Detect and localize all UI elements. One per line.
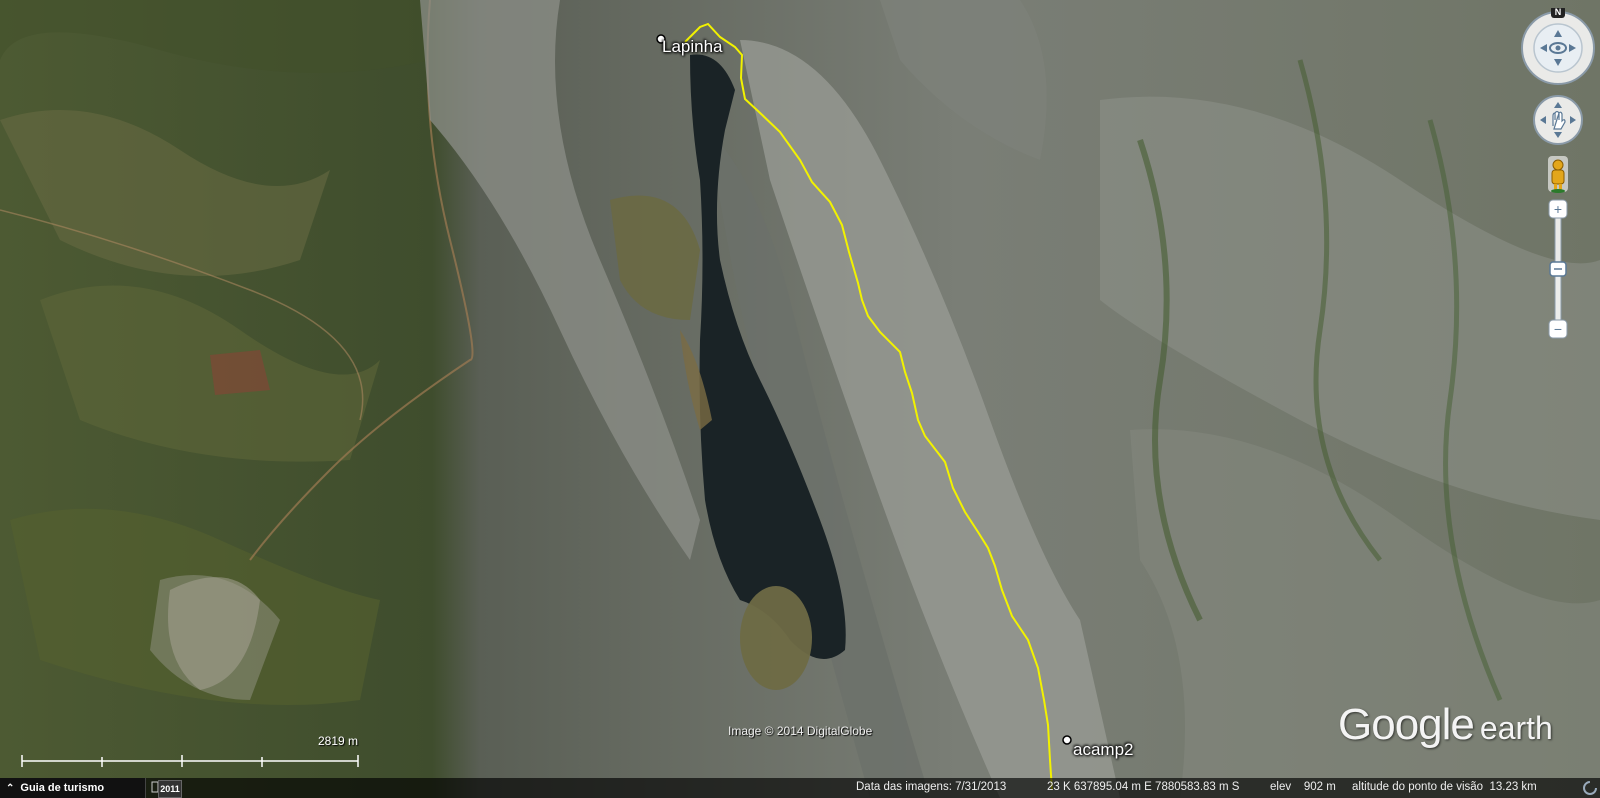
zoom-slider[interactable]: + −: [1548, 199, 1568, 339]
placemark-acamp2-icon[interactable]: [1061, 734, 1073, 746]
track-path: [684, 22, 1053, 791]
compass-ring[interactable]: N: [1521, 8, 1595, 85]
streaming-progress-icon: [1583, 781, 1597, 795]
pan-control[interactable]: [1533, 95, 1583, 145]
scale-bar: [21, 755, 359, 767]
logo-word-earth: earth: [1479, 710, 1553, 746]
street-view-pegman-icon[interactable]: [1548, 156, 1568, 193]
compass-north-label: N: [1555, 8, 1562, 17]
tour-guide-button[interactable]: ⌃ Guia de turismo: [0, 778, 146, 798]
imagery-credit: Image © 2014 DigitalGlobe: [728, 724, 873, 738]
placemark-label-acamp2[interactable]: acamp2: [1073, 740, 1133, 760]
google-earth-logo: Google earth: [1338, 700, 1553, 750]
placemark-label-lapinha[interactable]: Lapinha: [662, 37, 723, 57]
status-bar: ⌃ Guia de turismo 2011 Data das imagens:…: [0, 778, 1600, 798]
chevron-up-icon: ⌃: [6, 782, 15, 794]
historical-imagery-year[interactable]: 2011: [158, 780, 182, 798]
navigation-controls[interactable]: N + −: [1520, 8, 1596, 368]
cursor-coordinates: 23 K 637895.04 m E 7880583.83 m S: [1047, 781, 1240, 793]
tour-guide-label: Guia de turismo: [20, 782, 105, 794]
zoom-in-label: +: [1554, 201, 1562, 217]
image-date: Data das imagens: 7/31/2013: [856, 781, 1007, 793]
elevation-readout: elev 902 m: [1270, 781, 1336, 793]
eye-altitude-readout: altitude do ponto de visão 13.23 km: [1352, 781, 1537, 793]
map-view[interactable]: Lapinha acamp2 Image © 2014 DigitalGlobe…: [0, 0, 1600, 798]
gps-track[interactable]: [0, 0, 1600, 798]
scale-label: 2819 m: [318, 734, 359, 748]
logo-word-google: Google: [1338, 700, 1475, 749]
zoom-out-label: −: [1554, 321, 1562, 337]
